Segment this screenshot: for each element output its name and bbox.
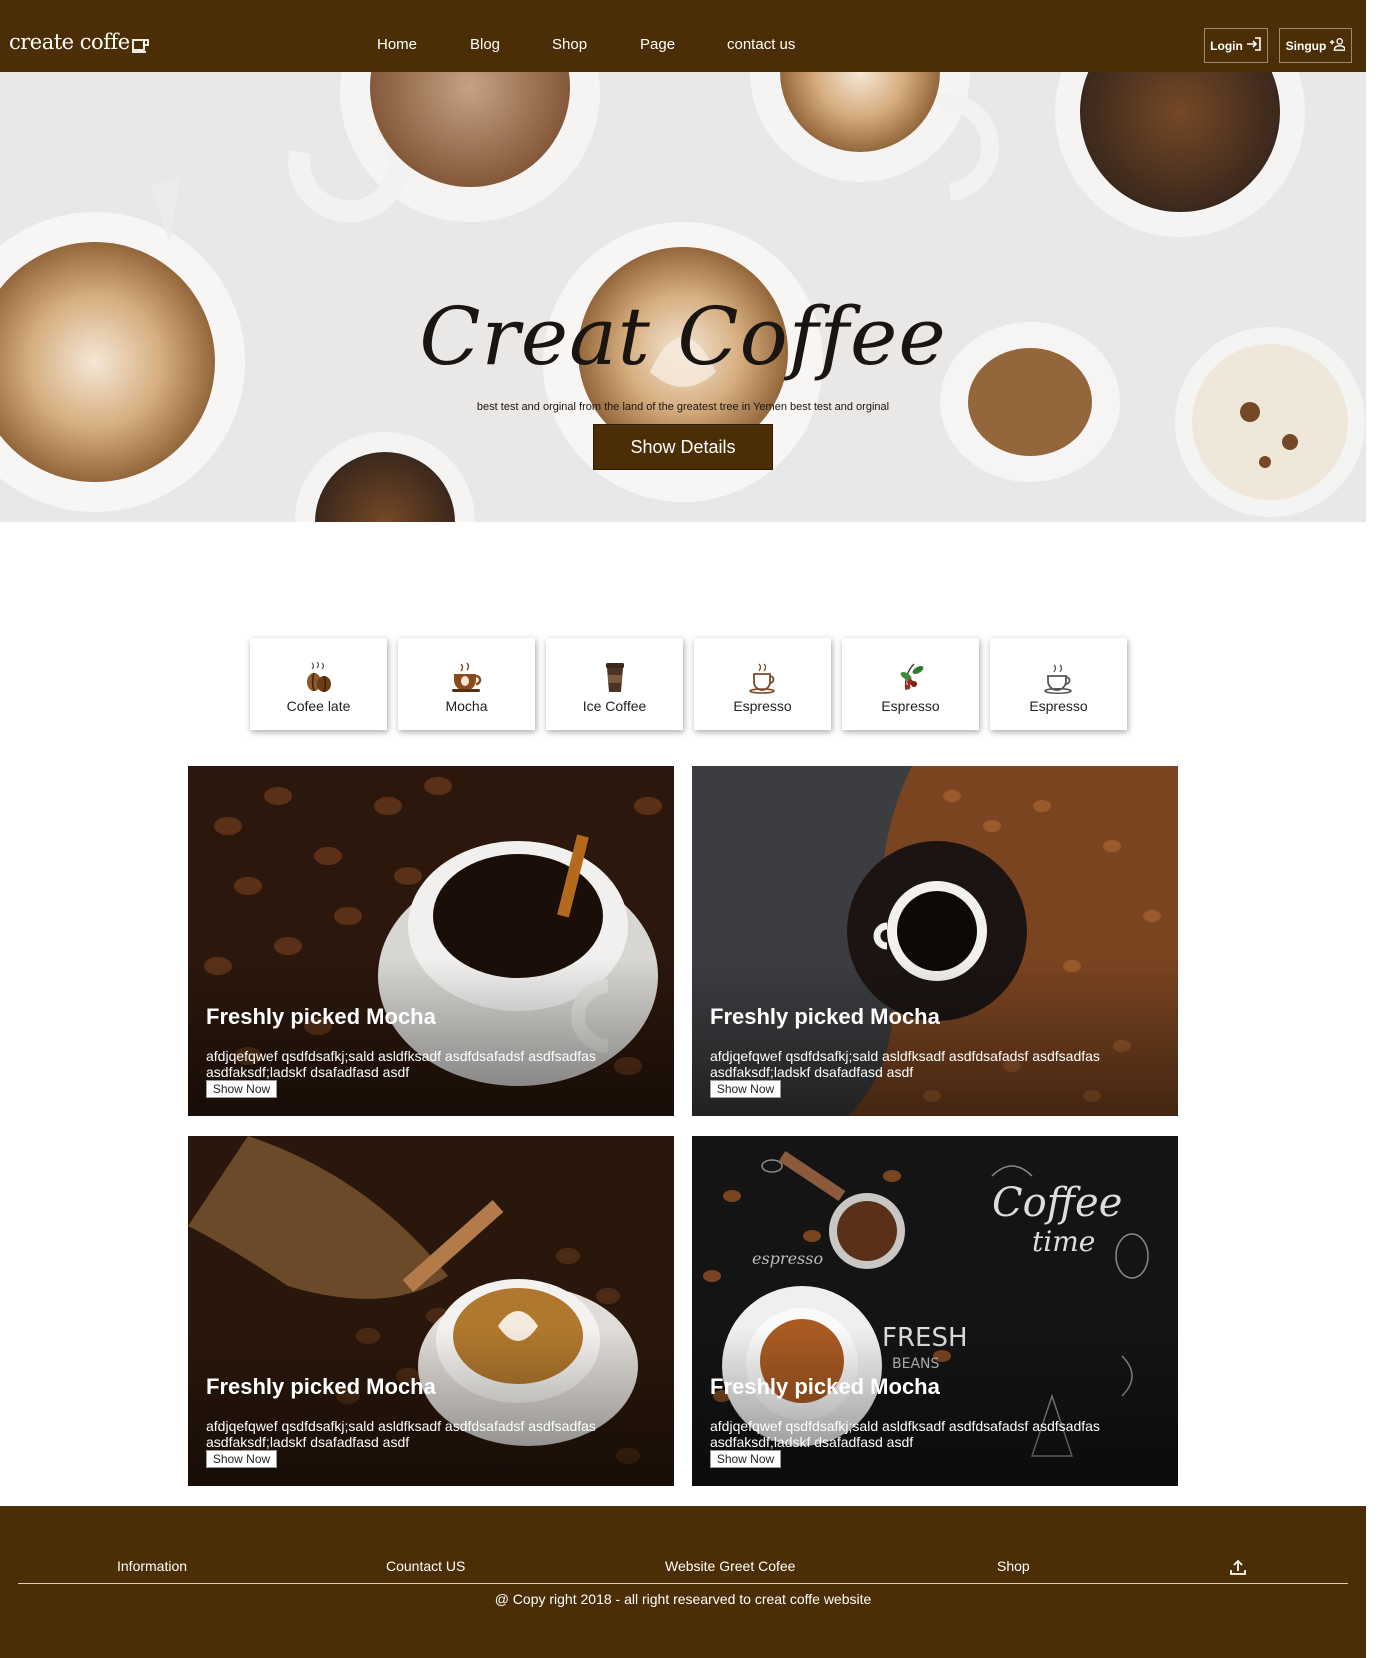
product-title: Freshly picked Mocha [710, 1004, 940, 1029]
nav-contact[interactable]: contact us [727, 36, 795, 53]
coffee-cup-icon [131, 34, 150, 53]
product-description: afdjqefqwef qsdfdsafkj;sald asldfksadf a… [710, 1418, 1100, 1450]
signup-label: Singup [1285, 38, 1327, 53]
footer-link-shop[interactable]: Shop [997, 1558, 1030, 1574]
login-button[interactable]: Login [1204, 28, 1268, 63]
top-navbar: create coffe Home Blog Shop Page contact… [0, 0, 1366, 72]
product-title: Freshly picked Mocha [710, 1374, 940, 1399]
espresso-cup-icon [748, 663, 775, 694]
product-card[interactable]: Freshly picked Mocha afdjqefqwef qsdfdsa… [692, 766, 1178, 1116]
product-card[interactable]: Coffee time espresso FRESH BEANS Freshly… [692, 1136, 1178, 1486]
category-card[interactable]: Espresso [990, 638, 1127, 730]
show-now-button[interactable]: Show Now [710, 1080, 781, 1098]
footer-divider [18, 1583, 1348, 1584]
product-card[interactable]: Freshly picked Mocha afdjqefqwef qsdfdsa… [188, 1136, 674, 1486]
brand-logo[interactable]: create coffe [9, 30, 150, 54]
coffee-cup-bean-icon [451, 662, 481, 692]
category-card[interactable]: Cofee late [250, 638, 387, 730]
hero-subtitle: best test and orginal from the land of t… [476, 401, 890, 413]
product-title: Freshly picked Mocha [206, 1374, 436, 1399]
nav-shop[interactable]: Shop [552, 36, 587, 53]
hero-banner: Creat Coffee best test and orginal from … [0, 72, 1366, 522]
brand-name: create coffe [9, 30, 130, 54]
footer-link-contact[interactable]: Countact US [386, 1558, 465, 1574]
product-description: afdjqefqwef qsdfdsafkj;sald asldfksadf a… [710, 1048, 1100, 1080]
category-label: Espresso [733, 698, 792, 714]
category-card[interactable]: Espresso [694, 638, 831, 730]
footer-link-information[interactable]: Information [117, 1558, 187, 1574]
takeaway-cup-icon [605, 663, 624, 692]
category-card[interactable]: Espresso [842, 638, 979, 730]
category-label: Espresso [1029, 698, 1088, 714]
signup-button[interactable]: Singup [1279, 28, 1352, 63]
nav-home[interactable]: Home [377, 36, 417, 53]
show-now-button[interactable]: Show Now [206, 1080, 277, 1098]
site-footer: Information Countact US Website Greet Co… [0, 1506, 1366, 1658]
category-label: Espresso [881, 698, 940, 714]
nav-page[interactable]: Page [640, 36, 675, 53]
category-card[interactable]: Mocha [398, 638, 535, 730]
coffee-plant-icon [900, 663, 923, 691]
product-card[interactable]: Freshly picked Mocha afdjqefqwef qsdfdsa… [188, 766, 674, 1116]
category-label: Ice Coffee [582, 698, 647, 714]
product-title: Freshly picked Mocha [206, 1004, 436, 1029]
show-now-button[interactable]: Show Now [206, 1450, 277, 1468]
category-card[interactable]: Ice Coffee [546, 638, 683, 730]
add-user-icon [1329, 36, 1347, 55]
category-label: Cofee late [286, 698, 351, 714]
category-list: Cofee late Mocha Ice Coffee Espresso Esp… [250, 638, 1130, 730]
login-arrow-icon [1246, 36, 1262, 55]
category-label: Mocha [445, 698, 488, 714]
steaming-cup-icon [1043, 664, 1072, 694]
show-details-button[interactable]: Show Details [593, 424, 773, 470]
show-now-button[interactable]: Show Now [710, 1450, 781, 1468]
upload-arrow-icon[interactable] [1229, 1558, 1247, 1576]
product-description: afdjqefqwef qsdfdsafkj;sald asldfksadf a… [206, 1048, 596, 1080]
footer-link-website[interactable]: Website Greet Cofee [665, 1558, 795, 1574]
product-description: afdjqefqwef qsdfdsafkj;sald asldfksadf a… [206, 1418, 596, 1450]
hero-title: Creat Coffee [419, 290, 947, 383]
login-label: Login [1210, 38, 1243, 53]
nav-blog[interactable]: Blog [470, 36, 500, 53]
coffee-beans-icon [306, 661, 331, 693]
copyright-text: @ Copy right 2018 - all right researved … [494, 1591, 872, 1607]
